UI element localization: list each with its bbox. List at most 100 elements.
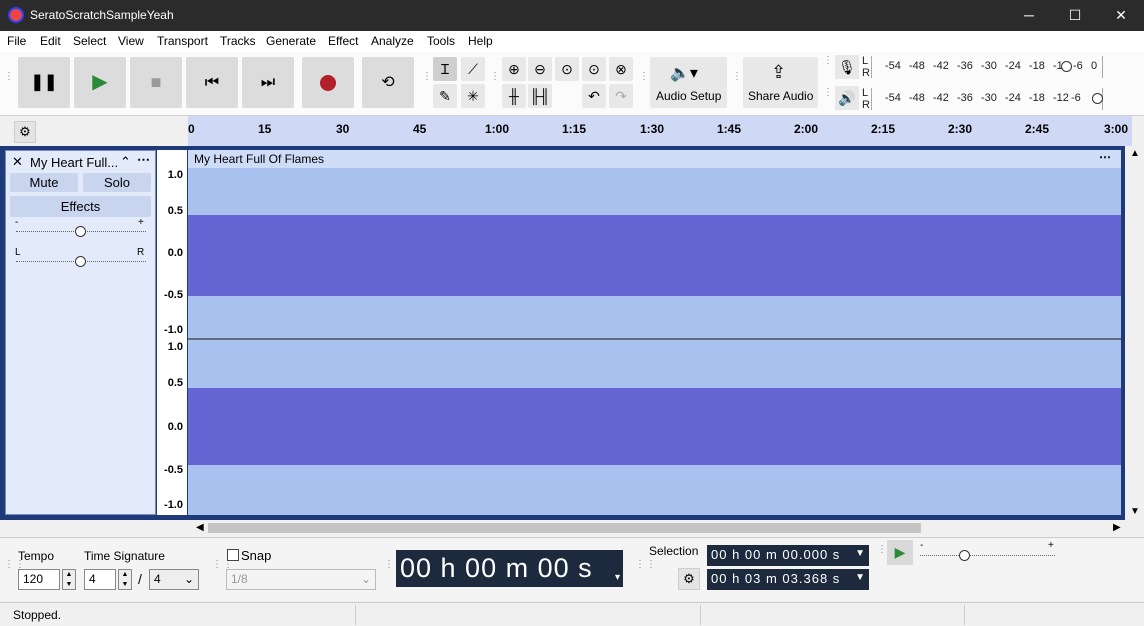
time-sig-denominator-select[interactable]: 4 ⌄ bbox=[149, 569, 199, 590]
clip-menu-icon[interactable]: ⋯ bbox=[1099, 150, 1111, 164]
menu-help[interactable]: Help bbox=[468, 34, 493, 48]
timeline-settings-button[interactable]: ⚙ bbox=[14, 121, 36, 143]
menu-edit[interactable]: Edit bbox=[40, 34, 61, 48]
menu-effect[interactable]: Effect bbox=[328, 34, 358, 48]
scroll-left-icon[interactable]: ◀ bbox=[196, 522, 204, 533]
tools-grip-icon[interactable]: ⋮⋮ bbox=[422, 72, 443, 88]
menu-file[interactable]: File bbox=[7, 34, 26, 48]
audio-setup-grip-icon[interactable]: ⋮⋮ bbox=[639, 72, 660, 88]
collapse-track-icon[interactable]: ⌃ bbox=[120, 154, 131, 170]
fit-selection-button[interactable]: ⊙ bbox=[555, 57, 579, 81]
time-display[interactable]: 00 h 00 m 00 s ▾ bbox=[396, 550, 623, 587]
skip-to-start-button[interactable]: ⏮ bbox=[186, 57, 238, 108]
time-sig-numerator-input[interactable]: 4 bbox=[84, 569, 116, 590]
close-track-icon[interactable]: ✕ bbox=[12, 154, 23, 170]
stop-button[interactable]: ■ bbox=[130, 57, 182, 108]
rec-meter-thumb[interactable] bbox=[1061, 61, 1072, 72]
zoom-toggle-icon: ⊗ bbox=[615, 61, 627, 77]
record-icon bbox=[320, 74, 336, 91]
selection-grip-icon[interactable]: ⋮⋮ bbox=[635, 560, 656, 576]
horizontal-scrollbar[interactable]: ◀ ▶ bbox=[188, 520, 1132, 536]
time-grip-icon[interactable]: ⋮⋮ bbox=[384, 560, 405, 576]
skip-to-end-button[interactable]: ⏭ bbox=[242, 57, 294, 108]
amplitude-scale: 1.0 0.5 0.0 -0.5 -1.0 1.0 0.5 0.0 -0.5 -… bbox=[157, 150, 187, 515]
playback-speed-slider[interactable] bbox=[920, 555, 1055, 556]
play-button[interactable]: ▶ bbox=[74, 57, 126, 108]
menu-tools[interactable]: Tools bbox=[427, 34, 455, 48]
time-sig-stepper[interactable]: ▲ ▼ bbox=[118, 569, 132, 590]
scroll-up-icon[interactable]: ▲ bbox=[1130, 148, 1140, 159]
silence-button[interactable]: ╟╢ bbox=[528, 84, 552, 108]
chevron-down-icon: ⌄ bbox=[360, 572, 371, 586]
edit-grip-icon[interactable]: ⋮⋮ bbox=[490, 72, 511, 88]
menu-view[interactable]: View bbox=[118, 34, 144, 48]
play-meter-grip-icon[interactable]: ⋮⋮ bbox=[823, 88, 844, 104]
toolbar-grip-icon[interactable]: ⋮⋮ bbox=[4, 72, 25, 88]
minimize-button[interactable]: ─ bbox=[1006, 0, 1052, 31]
menu-generate[interactable]: Generate bbox=[266, 34, 316, 48]
tempo-stepper[interactable]: ▲ ▼ bbox=[62, 569, 76, 590]
time-sig-grip-icon[interactable]: ⋮⋮ bbox=[4, 560, 25, 576]
menu-transport[interactable]: Transport bbox=[157, 34, 208, 48]
rec-tick: -42 bbox=[933, 60, 949, 72]
share-grip-icon[interactable]: ⋮⋮ bbox=[732, 72, 753, 88]
app-logo-icon bbox=[8, 7, 24, 23]
audio-setup-button[interactable]: 🔈▾ Audio Setup bbox=[650, 57, 727, 108]
snap-grip-icon[interactable]: ⋮⋮ bbox=[212, 560, 233, 576]
playback-meter[interactable]: -54 -48 -42 -36 -30 -24 -18 -12 -6 0 bbox=[871, 88, 1103, 110]
track-menu-icon[interactable]: ⋯ bbox=[137, 152, 150, 168]
vertical-scrollbar[interactable]: ▲ ▼ bbox=[1125, 146, 1144, 520]
gain-slider-thumb[interactable] bbox=[75, 226, 86, 237]
playback-speed-thumb[interactable] bbox=[959, 550, 970, 561]
zoom-toggle-button[interactable]: ⊗ bbox=[609, 57, 633, 81]
menu-analyze[interactable]: Analyze bbox=[371, 34, 414, 48]
scroll-down-icon[interactable]: ▼ bbox=[1130, 506, 1140, 517]
play-at-speed-button[interactable]: ▶ bbox=[887, 540, 913, 565]
record-meter-button[interactable]: 🎙 bbox=[835, 55, 859, 79]
record-button[interactable] bbox=[302, 57, 354, 108]
rec-meter-grip-icon[interactable]: ⋮⋮ bbox=[823, 56, 844, 72]
close-button[interactable]: ✕ bbox=[1098, 0, 1144, 31]
play-at-speed-grip-icon[interactable]: ⋮⋮ bbox=[877, 545, 898, 561]
maximize-button[interactable]: ☐ bbox=[1052, 0, 1098, 31]
zoom-in-icon: ⊕ bbox=[508, 61, 520, 77]
scroll-right-icon[interactable]: ▶ bbox=[1113, 522, 1121, 533]
selection-start-time[interactable]: 00 h 00 m 00.000 s ▼ bbox=[707, 545, 869, 566]
skip-start-icon: ⏮ bbox=[204, 74, 220, 91]
envelope-tool-button[interactable]: ⟋ bbox=[461, 57, 485, 81]
redo-button[interactable]: ↷ bbox=[609, 84, 633, 108]
rec-meter-l: L bbox=[862, 55, 869, 67]
zoom-in-button[interactable]: ⊕ bbox=[502, 57, 526, 81]
draw-tool-button[interactable]: ✎ bbox=[433, 84, 457, 108]
snap-select[interactable]: 1/8 ⌄ bbox=[226, 569, 376, 590]
clip-title-bar[interactable]: My Heart Full Of Flames ⋯ bbox=[188, 150, 1121, 168]
waveform-clip[interactable] bbox=[188, 150, 1121, 515]
multi-tool-button[interactable]: ✳ bbox=[461, 84, 485, 108]
loop-button[interactable]: ⟲ bbox=[362, 57, 414, 108]
pan-slider-thumb[interactable] bbox=[75, 256, 86, 267]
trim-button[interactable]: ╫ bbox=[502, 84, 526, 108]
fit-project-button[interactable]: ⊙ bbox=[582, 57, 606, 81]
undo-button[interactable]: ↶ bbox=[582, 84, 606, 108]
mute-button[interactable]: Mute bbox=[10, 173, 78, 192]
ruler-tick: 30 bbox=[336, 122, 350, 136]
waveform bbox=[188, 215, 1121, 465]
menu-select[interactable]: Select bbox=[73, 34, 106, 48]
status-divider bbox=[355, 605, 356, 625]
play-meter-thumb[interactable] bbox=[1092, 93, 1103, 104]
share-audio-button[interactable]: ⇪ Share Audio bbox=[743, 57, 818, 108]
record-meter[interactable]: -54 -48 -42 -36 -30 -24 -18 -12 -6 0 bbox=[871, 56, 1103, 78]
track-name[interactable]: My Heart Full... bbox=[30, 155, 118, 170]
snap-checkbox[interactable] bbox=[227, 549, 239, 561]
pause-button[interactable]: ❚❚ bbox=[18, 57, 70, 108]
menu-tracks[interactable]: Tracks bbox=[220, 34, 256, 48]
effects-button[interactable]: Effects bbox=[10, 196, 151, 217]
selection-tool-button[interactable]: Ɪ bbox=[433, 57, 457, 81]
solo-button[interactable]: Solo bbox=[83, 173, 151, 192]
playback-meter-button[interactable]: 🔊 bbox=[835, 86, 859, 110]
horizontal-scroll-thumb[interactable] bbox=[208, 523, 921, 533]
selection-end-time[interactable]: 00 h 03 m 03.368 s ▼ bbox=[707, 569, 869, 590]
selection-settings-button[interactable]: ⚙ bbox=[678, 568, 700, 590]
zoom-out-button[interactable]: ⊖ bbox=[528, 57, 552, 81]
tempo-input[interactable]: 120 bbox=[18, 569, 60, 590]
